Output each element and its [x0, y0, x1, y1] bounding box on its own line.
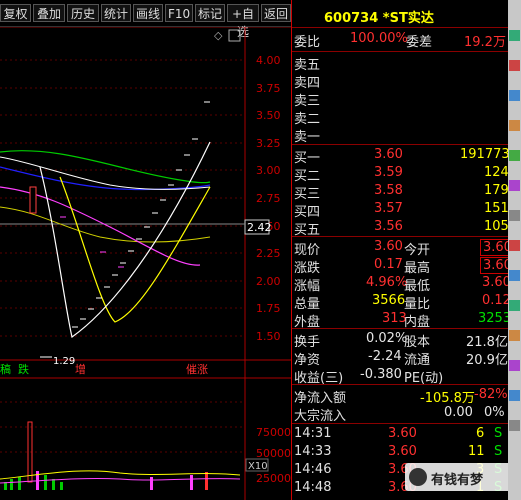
buy-row: 买三 3.58 179 — [294, 183, 509, 202]
ma-line-green — [0, 150, 211, 184]
tool-icon[interactable] — [509, 30, 520, 41]
price-tick: 3.00 — [256, 164, 281, 177]
tool-icon[interactable] — [509, 210, 520, 221]
quote-panel: 600734 *ST实达 委比 100.00% 委差 19.2万 卖五 卖四 卖… — [291, 0, 515, 500]
add-watchlist-button[interactable]: +自选 — [227, 4, 259, 39]
fuquan-button[interactable]: 复权 — [0, 4, 31, 22]
ma-line-white — [0, 156, 211, 190]
draw-line-button[interactable]: 画线 — [133, 4, 163, 22]
vol-tick: 25000 — [256, 472, 291, 485]
stat-row: 涨跌 0.17 最高 3.60 — [294, 256, 515, 276]
vol-tick: 50000 — [256, 447, 291, 460]
sell-row: 卖三 — [294, 94, 321, 109]
mark-button[interactable]: 标记 — [195, 4, 225, 22]
tool-icon[interactable] — [509, 150, 520, 161]
low-price-label: 1.29 — [53, 356, 75, 367]
price-tick: 1.50 — [256, 330, 281, 343]
sell-row: 卖五 — [294, 58, 321, 73]
stock-title: 600734 *ST实达 — [324, 11, 434, 26]
price-tick: 3.25 — [256, 137, 281, 150]
diamond-icon[interactable]: ◇ — [214, 29, 223, 42]
ma-line-yellow-fast — [59, 176, 211, 323]
watermark: 有钱有梦 — [405, 463, 515, 491]
price-tick: 1.75 — [256, 302, 281, 315]
signal-marker: 催涨 — [186, 362, 208, 376]
stat-row: 现价 3.60 今开 3.60 — [294, 238, 515, 258]
sell-row: 卖四 — [294, 76, 321, 91]
history-button[interactable]: 历史 — [67, 4, 99, 22]
tick-row: 14:31 3.60 6 S — [294, 426, 503, 441]
stat-row: 收益(三) -0.380 PE(动) — [294, 367, 444, 386]
sell-row: 卖二 — [294, 112, 321, 127]
tool-icon[interactable] — [509, 360, 520, 371]
flow-row: 大宗流入 0.00 0% — [294, 405, 505, 424]
stats-button[interactable]: 统计 — [101, 4, 131, 22]
wechat-icon — [409, 468, 427, 486]
volume-unit: X10 — [248, 461, 268, 472]
tool-icon[interactable] — [509, 60, 520, 71]
price-tick: 2.00 — [256, 275, 281, 288]
buy-row: 买四 3.57 151 — [294, 201, 509, 220]
tool-icon[interactable] — [509, 300, 520, 311]
stat-row: 涨幅 4.96% 最低 3.60 — [294, 275, 511, 294]
kline-chart[interactable]: 4.00 3.75 3.50 3.25 3.00 2.75 2.50 2.25 … — [0, 27, 291, 500]
stat-row: 总量 3566 量比 0.12 — [294, 293, 511, 312]
buy-row: 买一 3.60 191773 — [294, 147, 510, 166]
tool-icon[interactable] — [509, 330, 520, 341]
toolbar: 复权 叠加 历史 统计 画线 F10 标记 +自选 返回 — [0, 0, 291, 39]
price-tick: 4.00 — [256, 54, 281, 67]
buy-row: 买二 3.59 124 — [294, 165, 509, 184]
price-tick: 2.75 — [256, 192, 281, 205]
price-tick: 3.75 — [256, 82, 281, 95]
signal-marker: 稿 — [0, 362, 11, 376]
current-price-label: 2.42 — [247, 221, 272, 234]
window-toggle-icon[interactable] — [228, 29, 241, 42]
flow-row: 净流入额 -105.8万 -82% — [294, 387, 508, 406]
right-tool-strip — [508, 0, 521, 500]
stat-row: 换手 0.02% 股本 21.8亿 — [294, 331, 508, 350]
vol-tick: 75000 — [256, 426, 291, 439]
f10-button[interactable]: F10 — [165, 4, 193, 22]
buy-row: 买五 3.56 105 — [294, 219, 509, 238]
signal-marker: 增 — [75, 362, 86, 376]
stat-row: 外盘 313 内盘 3253 — [294, 311, 512, 330]
price-tick: 2.25 — [256, 247, 281, 260]
tool-icon[interactable] — [509, 420, 520, 431]
tick-row: 14:33 3.60 11 S — [294, 444, 503, 459]
tool-icon[interactable] — [509, 390, 520, 401]
sell-row: 卖一 — [294, 130, 321, 145]
price-tick: 3.50 — [256, 109, 281, 122]
back-button[interactable]: 返回 — [261, 4, 291, 22]
tool-icon[interactable] — [509, 180, 520, 191]
weibi-row: 委比 100.00% 委差 19.2万 — [294, 31, 506, 50]
tool-icon[interactable] — [509, 270, 520, 281]
signal-marker: 跌 — [18, 362, 29, 376]
tool-icon[interactable] — [509, 90, 520, 101]
overlay-button[interactable]: 叠加 — [33, 4, 65, 22]
tool-icon[interactable] — [509, 240, 520, 251]
stat-row: 净资 -2.24 流通 20.9亿 — [294, 349, 508, 368]
tool-icon[interactable] — [509, 120, 520, 131]
candle — [29, 186, 37, 214]
